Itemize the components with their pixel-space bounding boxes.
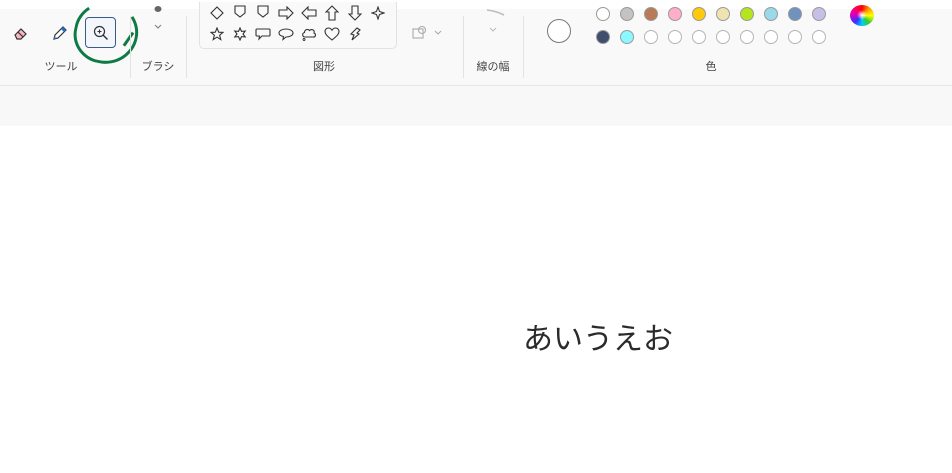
color-swatch[interactable] — [812, 7, 826, 21]
eraser-tool-button[interactable] — [6, 18, 36, 48]
color-swatch[interactable] — [668, 7, 682, 21]
color-swatch[interactable] — [620, 7, 634, 21]
arrow-up-shape-button[interactable] — [323, 4, 341, 22]
shape-style-dropdown[interactable] — [405, 18, 447, 48]
star4-icon — [371, 6, 385, 20]
arrow-left-shape-button[interactable] — [300, 4, 318, 22]
lightning-shape-button[interactable] — [346, 25, 364, 43]
color-swatch[interactable] — [644, 30, 658, 44]
pentagon-shape-button[interactable] — [231, 2, 249, 20]
diamond-icon — [210, 6, 224, 20]
arrow-right-shape-button[interactable] — [277, 4, 295, 22]
eraser-icon — [14, 28, 27, 40]
arrow-up-icon — [325, 5, 339, 21]
arrow-down-shape-button[interactable] — [346, 4, 364, 22]
color-swatch[interactable] — [596, 7, 610, 21]
color-swatch[interactable] — [596, 30, 610, 44]
shapes-group-label: 図形 — [313, 60, 335, 73]
pentagon-icon — [234, 5, 246, 18]
star5-icon — [210, 27, 224, 41]
color-swatch[interactable] — [668, 30, 682, 44]
star5-shape-button[interactable] — [208, 25, 226, 43]
brush-dropdown-button[interactable] — [143, 3, 173, 37]
color-swatch[interactable] — [620, 30, 634, 44]
edit-colors-button[interactable] — [850, 5, 874, 26]
star6-shape-button[interactable] — [231, 25, 249, 43]
separator — [130, 16, 131, 78]
color-swatch[interactable] — [644, 7, 658, 21]
callout-cloud-icon — [302, 28, 316, 41]
color-swatch[interactable] — [716, 7, 730, 21]
callout-cloud-shape-button[interactable] — [300, 25, 318, 43]
canvas-text: あいうえお — [523, 322, 673, 357]
arrow-right-icon — [278, 6, 294, 20]
heart-icon — [324, 27, 340, 41]
ribbon: ツール ブラシ 図形 線の幅 色 — [0, 0, 952, 85]
color-swatch[interactable] — [812, 30, 826, 44]
drawing-canvas[interactable] — [0, 126, 952, 473]
callout-rect-shape-button[interactable] — [254, 25, 272, 43]
star4-shape-button[interactable] — [369, 4, 387, 22]
brush-icon — [154, 6, 162, 29]
arrow-down-icon — [348, 5, 362, 21]
separator — [523, 16, 524, 78]
stroke-width-icon — [486, 9, 505, 32]
hexagon-icon — [257, 5, 269, 18]
current-color-button[interactable] — [547, 19, 571, 43]
heart-shape-button[interactable] — [323, 25, 341, 43]
color-swatch[interactable] — [788, 30, 802, 44]
arrow-left-icon — [301, 6, 317, 20]
brush-group-label: ブラシ — [141, 60, 175, 73]
color-swatch[interactable] — [740, 30, 754, 44]
callout-oval-shape-button[interactable] — [277, 25, 295, 43]
color-swatch[interactable] — [692, 30, 706, 44]
hexagon-shape-button[interactable] — [254, 2, 272, 20]
callout-rect-icon — [255, 28, 271, 41]
diamond-shape-button[interactable] — [208, 4, 226, 22]
color-group-label: 色 — [705, 60, 717, 73]
pencil-icon — [53, 26, 67, 40]
separator — [186, 16, 187, 78]
callout-oval-icon — [278, 28, 294, 41]
stroke-group-label: 線の幅 — [476, 60, 510, 73]
stroke-width-dropdown[interactable] — [478, 3, 508, 37]
lightning-icon — [349, 27, 361, 41]
shapes-gallery — [199, 2, 397, 49]
tools-group-label: ツール — [44, 60, 78, 73]
color-swatch[interactable] — [716, 30, 730, 44]
pencil-tool-button[interactable] — [45, 18, 75, 48]
color-swatch[interactable] — [764, 30, 778, 44]
secondary-toolbar — [0, 85, 952, 127]
color-swatch[interactable] — [692, 7, 706, 21]
color-swatch[interactable] — [788, 7, 802, 21]
star6-icon — [233, 27, 247, 41]
shape-fill-icon — [412, 25, 442, 39]
color-swatch[interactable] — [740, 7, 754, 21]
separator — [463, 16, 464, 78]
color-swatch[interactable] — [764, 7, 778, 21]
